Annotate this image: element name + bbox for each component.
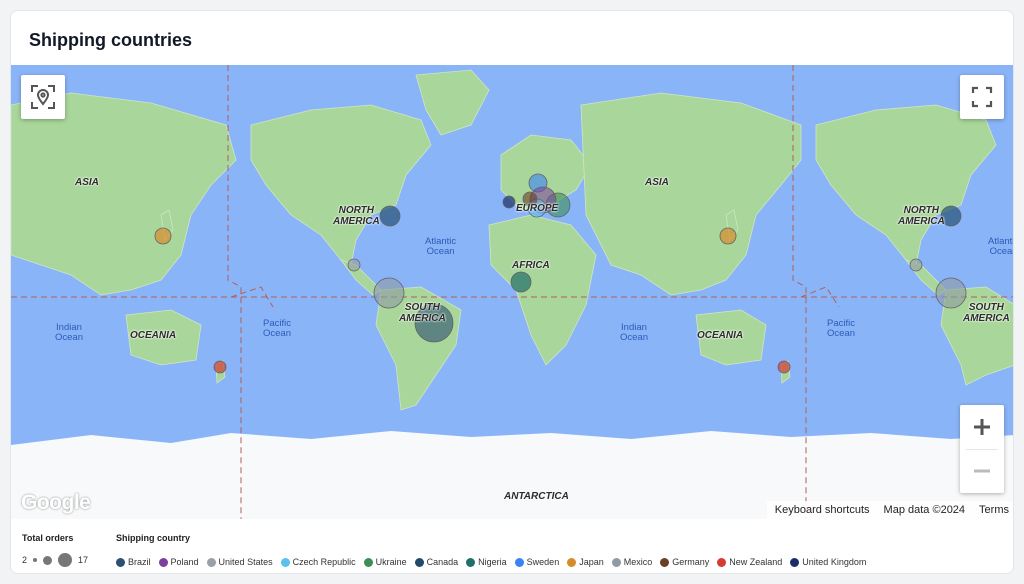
legend-item-united-kingdom[interactable]: United Kingdom [790, 557, 866, 567]
plus-icon [974, 419, 990, 435]
legend-color-dot [280, 557, 290, 567]
legend-label: New Zealand [729, 557, 783, 567]
terms-link[interactable]: Terms [979, 504, 1009, 516]
country-legend: Brazil Poland United States Czech Republic U… [116, 557, 866, 567]
legend-label: Sweden [526, 557, 560, 567]
keyboard-shortcuts-link[interactable]: Keyboard shortcuts [775, 504, 870, 516]
zoom-controls [960, 405, 1004, 493]
legend-color-dot [660, 557, 670, 567]
size-max-label: 17 [78, 555, 89, 565]
legend-item-czech-republic[interactable]: Czech Republic [280, 557, 356, 567]
legend-item-japan[interactable]: Japan [567, 557, 604, 567]
legend-item-new-zealand[interactable]: New Zealand [717, 557, 782, 567]
legend-color-dot [514, 557, 524, 567]
legend-item-nigeria[interactable]: Nigeria [466, 557, 507, 567]
legend-label: Brazil [128, 557, 151, 567]
legend-item-united-states[interactable]: United States [206, 557, 273, 567]
marker-new-zealand [213, 360, 227, 374]
legend-label: Czech Republic [292, 557, 356, 567]
marker-japan [154, 227, 172, 245]
fullscreen-button[interactable] [960, 75, 1004, 119]
map-base [11, 65, 1013, 519]
legend-label: Japan [579, 557, 604, 567]
marker-canada [379, 205, 401, 227]
marker-united-states-repeat [909, 258, 923, 272]
shipping-country-title: Shipping country [116, 533, 190, 543]
size-dot-large [58, 553, 73, 567]
legend-label: Canada [426, 557, 459, 567]
legend-color-dot [790, 557, 800, 567]
shipping-countries-card: Shipping countries ASIA NORTH AMERICA SO… [10, 10, 1014, 574]
legend-color-dot [116, 557, 125, 567]
marker-brazil [414, 303, 454, 343]
marker-japan-repeat [719, 227, 737, 245]
marker-united-kingdom [502, 195, 516, 209]
legend-item-mexico[interactable]: Mexico [611, 557, 653, 567]
legend-color-dot [466, 557, 476, 567]
legend-item-brazil[interactable]: Brazil [116, 557, 151, 567]
card-title: Shipping countries [29, 30, 193, 50]
total-orders-title: Total orders [22, 533, 74, 543]
zoom-in-button[interactable] [960, 405, 1004, 449]
location-frame-button[interactable] [21, 75, 65, 119]
legend-label: Germany [672, 557, 710, 567]
marker-united-states [347, 258, 361, 272]
legend-color-dot [717, 557, 727, 567]
location-frame-icon [31, 85, 55, 109]
legend-color-dot [158, 557, 168, 567]
minus-icon [974, 469, 990, 473]
marker-mexico-repeat [935, 277, 967, 309]
legend-item-ukraine[interactable]: Ukraine [363, 557, 407, 567]
size-scale: 2 17 [22, 553, 88, 567]
world-map[interactable]: ASIA NORTH AMERICA SOUTH AMERICA EUROPE … [11, 65, 1013, 519]
map-data-text: Map data ©2024 [883, 504, 966, 516]
map-legend: Total orders 2 17 Shipping country Brazi… [11, 519, 1013, 573]
legend-label: United States [218, 557, 273, 567]
fullscreen-icon [971, 86, 993, 108]
size-dot-small [33, 558, 38, 562]
legend-item-canada[interactable]: Canada [414, 557, 459, 567]
google-logo[interactable]: Google [21, 491, 91, 515]
marker-canada-repeat [940, 205, 962, 227]
legend-label: United Kingdom [802, 557, 867, 567]
marker-nigeria [510, 271, 532, 293]
legend-color-dot [363, 557, 373, 567]
legend-label: Mexico [623, 557, 653, 567]
marker-new-zealand-repeat [777, 360, 791, 374]
marker-germany [522, 191, 538, 207]
legend-label: Poland [170, 557, 199, 567]
marker-mexico [373, 277, 405, 309]
legend-item-poland[interactable]: Poland [158, 557, 199, 567]
legend-label: Nigeria [478, 557, 507, 567]
size-min-label: 2 [22, 555, 28, 565]
legend-color-dot [414, 557, 424, 567]
legend-item-sweden[interactable]: Sweden [514, 557, 560, 567]
legend-item-germany[interactable]: Germany [660, 557, 709, 567]
legend-label: Ukraine [375, 557, 407, 567]
map-attribution: Keyboard shortcuts Map data ©2024 Terms [766, 501, 1013, 519]
legend-color-dot [611, 557, 621, 567]
legend-color-dot [567, 557, 577, 567]
size-dot-medium [43, 555, 53, 565]
zoom-out-button[interactable] [960, 449, 1004, 493]
legend-color-dot [206, 557, 216, 567]
